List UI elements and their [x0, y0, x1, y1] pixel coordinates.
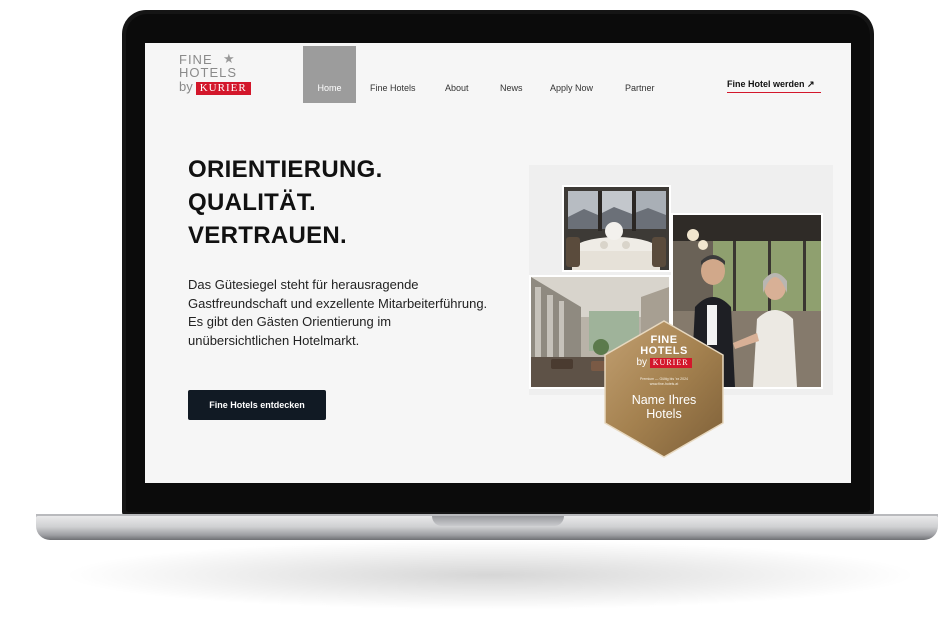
restaurant-table-photo	[562, 185, 671, 272]
seal-hotel-name-1: Name Ihres	[631, 393, 697, 407]
fine-hotel-werden-link[interactable]: Fine Hotel werden ↗	[727, 79, 815, 90]
seal-url: www.fine-hotels.at	[649, 382, 679, 386]
logo-by: by	[179, 79, 193, 94]
logo-kurier: KURIER	[195, 82, 251, 95]
seal-line-hotels: HOTELS	[640, 345, 688, 357]
seal-content: FINE HOTELS by KURIER Premium — Gültig b…	[601, 335, 727, 422]
seal-by: by	[636, 357, 647, 368]
nav-item-about[interactable]: About	[445, 83, 469, 93]
fine-hotels-entdecken-button[interactable]: Fine Hotels entdecken	[188, 390, 326, 420]
seal-hotel-name-2: Hotels	[646, 407, 682, 421]
seal-kurier: KURIER	[649, 358, 692, 368]
logo-line-by: by KURIER	[179, 79, 275, 95]
hero-headline: ORIENTIERUNG. QUALITÄT. VERTRAUEN.	[188, 153, 383, 252]
laptop-notch	[432, 516, 564, 526]
cta-underline	[727, 92, 821, 93]
headline-line-3: VERTRAUEN.	[188, 222, 348, 249]
nav-item-news[interactable]: News	[500, 83, 523, 93]
nav-item-partner[interactable]: Partner	[625, 83, 655, 93]
star-icon: ★	[223, 51, 235, 66]
seal-by-line: by KURIER	[601, 357, 727, 369]
logo-line-hotels: HOTELS	[179, 65, 238, 80]
headline-line-2: QUALITÄT.	[188, 189, 317, 216]
hero-description: Das Gütesiegel steht für herausragende G…	[188, 277, 488, 348]
nav-item-home[interactable]: Home	[303, 46, 356, 103]
laptop-shadow	[60, 540, 920, 610]
nav-item-fine-hotels[interactable]: Fine Hotels	[370, 83, 416, 93]
nav-item-home-label: Home	[317, 83, 342, 93]
nav-item-apply-now[interactable]: Apply Now	[550, 83, 593, 93]
website-screen: FINE ★ HOTELS by KURIER Home Fine Hotels …	[145, 43, 851, 483]
fine-hotels-logo[interactable]: FINE ★ HOTELS by KURIER	[179, 51, 275, 105]
headline-line-1: ORIENTIERUNG.	[188, 156, 383, 183]
